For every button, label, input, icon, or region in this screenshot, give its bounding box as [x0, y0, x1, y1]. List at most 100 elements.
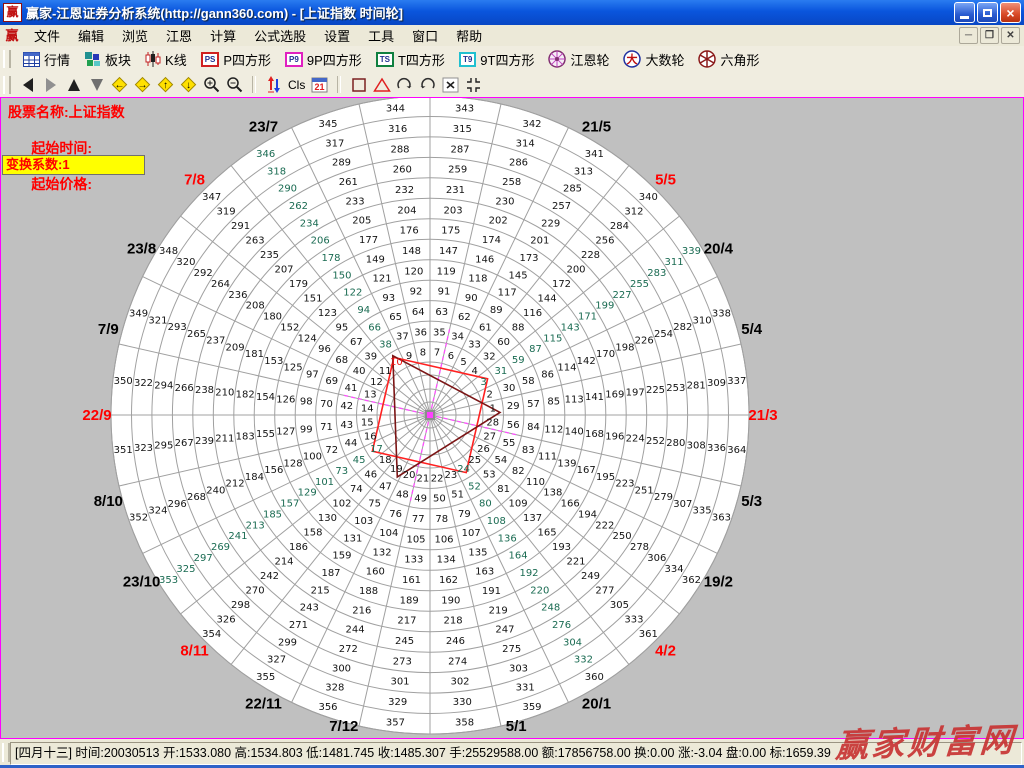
svg-text:275: 275 — [502, 644, 521, 655]
svg-text:311: 311 — [665, 257, 684, 268]
svg-text:123: 123 — [318, 308, 337, 319]
gann-wheel-area[interactable]: 1234567891011121314151617181920212223242… — [1, 98, 1023, 738]
svg-text:95: 95 — [336, 322, 349, 333]
menu-item-9[interactable]: 帮助 — [447, 24, 491, 47]
svg-text:216: 216 — [352, 605, 371, 616]
zoom-out-button[interactable] — [224, 75, 245, 95]
menu-item-7[interactable]: 工具 — [359, 24, 403, 47]
toolbar-grip[interactable] — [3, 50, 11, 68]
diamond-left-button[interactable]: ← — [109, 75, 130, 95]
svg-text:57: 57 — [527, 399, 540, 410]
svg-text:177: 177 — [359, 235, 378, 246]
fit-button[interactable] — [463, 75, 484, 95]
svg-text:336: 336 — [707, 443, 726, 454]
svg-text:121: 121 — [373, 274, 392, 285]
diamond-up-icon: ↑ — [156, 75, 175, 94]
toolbar-button-行情[interactable]: 行情 — [16, 48, 77, 71]
diamond-up-button[interactable]: ↑ — [155, 75, 176, 95]
toolbar-button-9P四方形[interactable]: P99P四方形 — [278, 48, 369, 71]
nav-up-button[interactable] — [63, 75, 84, 95]
toolbar-separator — [337, 76, 341, 93]
svg-text:229: 229 — [541, 218, 560, 229]
svg-text:230: 230 — [495, 196, 514, 207]
svg-text:328: 328 — [325, 683, 344, 694]
svg-text:323: 323 — [134, 443, 153, 454]
svg-text:239: 239 — [195, 436, 214, 447]
minimize-button[interactable] — [954, 2, 975, 23]
menu-item-2[interactable]: 浏览 — [113, 24, 157, 47]
mdi-restore-button[interactable]: ❐ — [980, 27, 999, 44]
transform-coefficient-field[interactable]: 变换系数:1 — [2, 155, 145, 175]
svg-text:249: 249 — [581, 571, 600, 582]
rotate-cw-button[interactable] — [394, 75, 415, 95]
svg-text:352: 352 — [129, 513, 148, 524]
stock-name-label: 股票名称:上证指数 — [8, 104, 125, 120]
mdi-minimize-button[interactable]: ─ — [959, 27, 978, 44]
toolbar-button-9T四方形[interactable]: T99T四方形 — [452, 48, 542, 71]
zoom-in-button[interactable] — [201, 75, 222, 95]
menu-item-8[interactable]: 窗口 — [403, 24, 447, 47]
restore-button[interactable] — [977, 2, 998, 23]
mdi-close-button[interactable]: ✕ — [1001, 27, 1020, 44]
hexagon-icon — [698, 50, 716, 68]
svg-text:293: 293 — [168, 322, 187, 333]
svg-text:334: 334 — [665, 564, 684, 575]
toolbar-button-K线[interactable]: K线 — [138, 48, 194, 71]
svg-text:296: 296 — [168, 499, 187, 510]
svg-text:41: 41 — [345, 383, 358, 394]
svg-text:59: 59 — [512, 355, 525, 366]
menu-item-1[interactable]: 编辑 — [69, 24, 113, 47]
svg-text:113: 113 — [565, 394, 584, 405]
svg-text:243: 243 — [300, 603, 319, 614]
svg-text:63: 63 — [435, 307, 448, 318]
menu-item-0[interactable]: 文件 — [25, 24, 69, 47]
close-box-button[interactable] — [440, 75, 461, 95]
svg-text:250: 250 — [613, 531, 632, 542]
calendar-button[interactable]: 21 — [309, 75, 330, 95]
toolbar-button-P四方形[interactable]: PSP四方形 — [194, 48, 278, 71]
cls-button[interactable]: Cls — [286, 75, 307, 95]
svg-text:202: 202 — [489, 216, 508, 227]
svg-text:188: 188 — [359, 586, 378, 597]
zoom-in-icon — [203, 76, 220, 93]
svg-text:118: 118 — [468, 274, 487, 285]
sort-arrows-button[interactable] — [263, 75, 284, 95]
toolbar-button-T四方形[interactable]: TST四方形 — [369, 48, 452, 71]
toolbar-button-江恩轮[interactable]: 江恩轮 — [541, 48, 616, 71]
close-button[interactable]: × — [1000, 2, 1021, 23]
triangle-outline-button[interactable] — [371, 75, 392, 95]
square-outline-button[interactable] — [348, 75, 369, 95]
nav-right-button[interactable] — [40, 75, 61, 95]
restore-icon — [983, 9, 992, 17]
menu-item-5[interactable]: 公式选股 — [245, 24, 315, 47]
toolbar2-grip[interactable] — [3, 76, 11, 94]
svg-text:358: 358 — [455, 717, 474, 728]
menu-item-6[interactable]: 设置 — [315, 24, 359, 47]
svg-text:236: 236 — [228, 290, 247, 301]
menu-item-3[interactable]: 江恩 — [157, 24, 201, 47]
diamond-right-button[interactable]: → — [132, 75, 153, 95]
nav-left-button[interactable] — [17, 75, 38, 95]
svg-text:292: 292 — [194, 268, 213, 279]
svg-text:112: 112 — [544, 425, 563, 436]
svg-text:233: 233 — [346, 196, 365, 207]
svg-text:23: 23 — [445, 470, 458, 481]
menu-item-4[interactable]: 计算 — [201, 24, 245, 47]
svg-text:46: 46 — [364, 470, 377, 481]
nav-down-button[interactable] — [86, 75, 107, 95]
svg-text:162: 162 — [439, 575, 458, 586]
toolbar-button-板块[interactable]: 板块 — [77, 48, 138, 71]
toolbar-button-大数轮[interactable]: 大大数轮 — [616, 48, 691, 71]
svg-text:130: 130 — [318, 513, 337, 524]
svg-text:47: 47 — [379, 481, 392, 492]
title-bar[interactable]: 赢 赢家-江恩证券分析系统(http://gann360.com) - [上证指… — [0, 0, 1024, 25]
diamond-down-button[interactable]: ↓ — [178, 75, 199, 95]
rotate-ccw-button[interactable] — [417, 75, 438, 95]
svg-text:83: 83 — [522, 445, 535, 456]
svg-text:127: 127 — [276, 427, 295, 438]
svg-text:325: 325 — [176, 564, 195, 575]
svg-text:260: 260 — [393, 165, 412, 176]
toolbar-button-六角形[interactable]: 六角形 — [691, 48, 766, 71]
svg-text:297: 297 — [194, 553, 213, 564]
date-label: 22/9 — [82, 407, 111, 424]
